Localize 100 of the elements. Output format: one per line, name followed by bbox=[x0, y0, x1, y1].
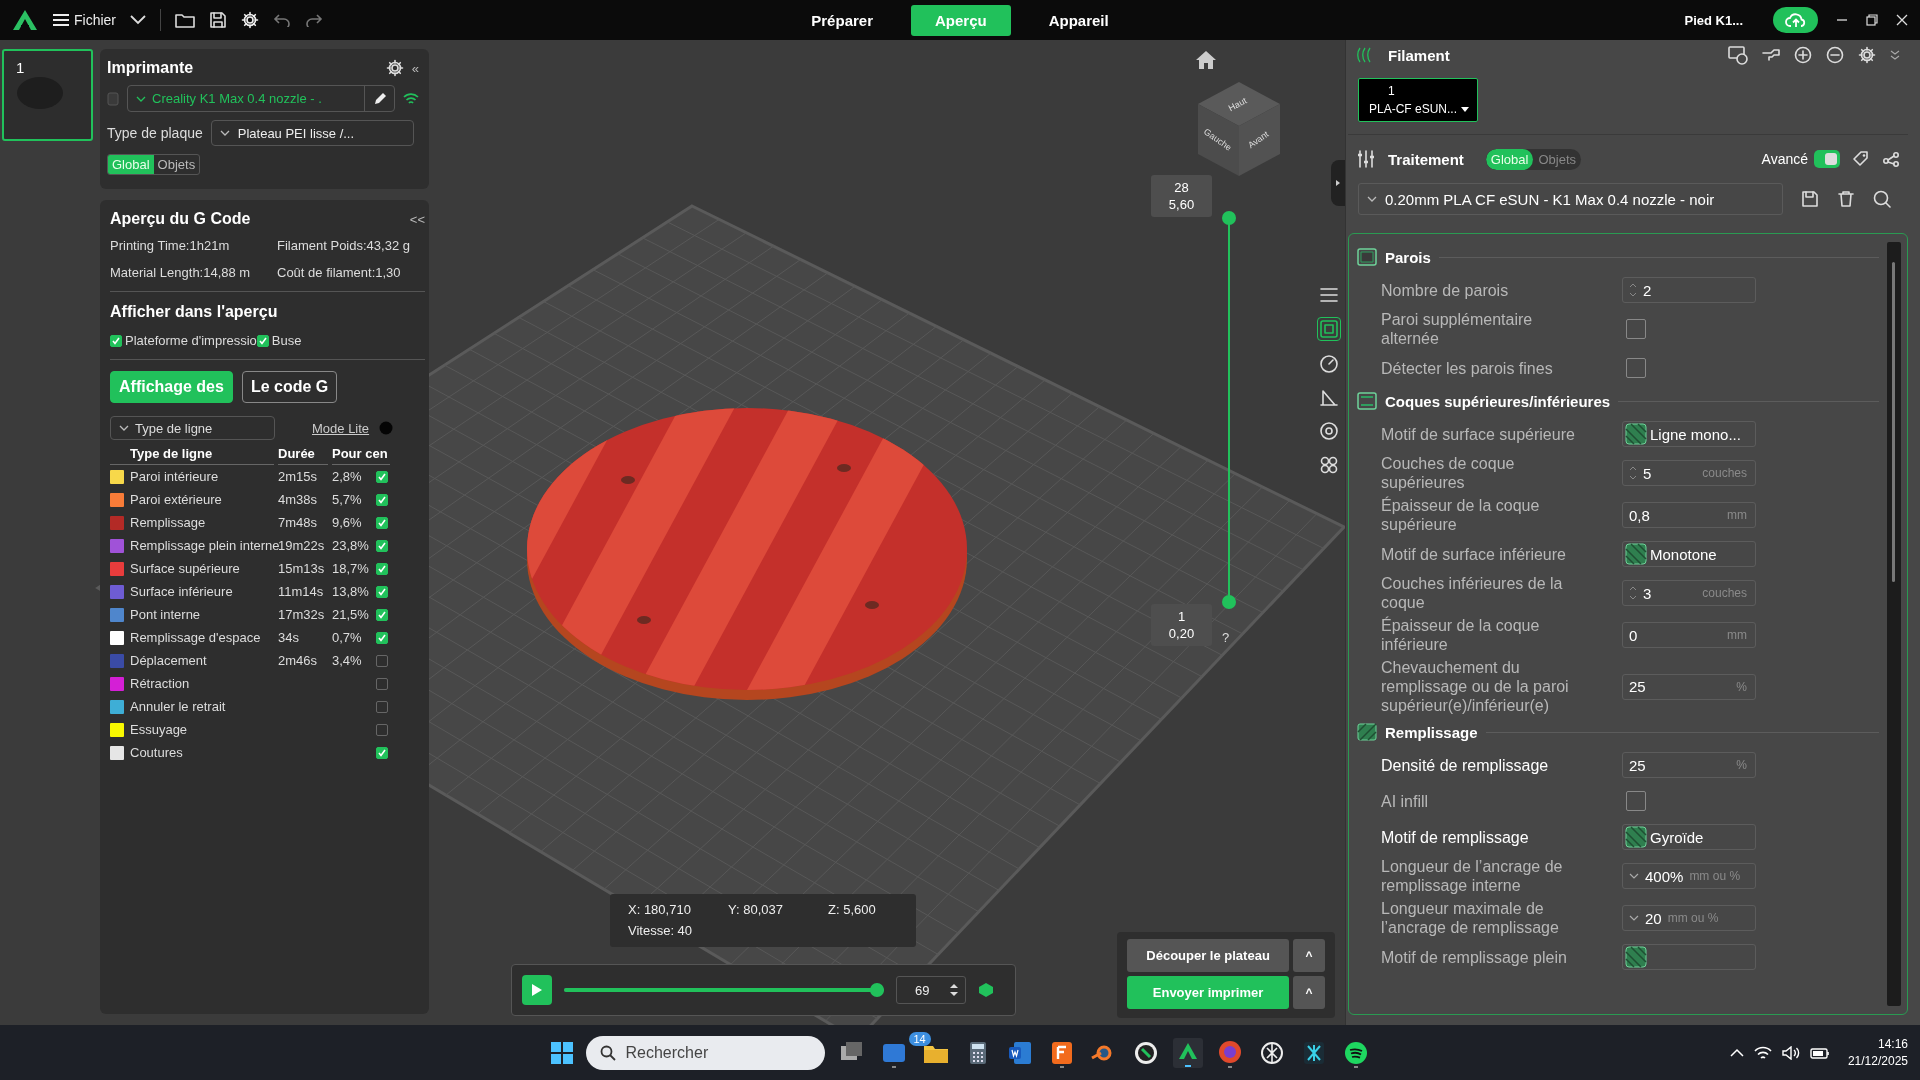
chevron-up-icon[interactable] bbox=[1729, 1047, 1744, 1058]
checkbox[interactable] bbox=[376, 562, 388, 575]
plate-type-select[interactable]: Plateau PEI lisse /... bbox=[210, 120, 414, 146]
preset-select[interactable]: 0.20mm PLA CF eSUN - K1 Max 0.4 nozzle - noir bbox=[1358, 183, 1783, 215]
checkbox[interactable] bbox=[376, 631, 388, 644]
number-field[interactable]: 3 couches bbox=[1622, 580, 1756, 606]
cube-face-label[interactable]: Haut bbox=[1226, 95, 1249, 114]
scope-tab[interactable]: Objets bbox=[153, 155, 200, 174]
settings-icon[interactable] bbox=[241, 11, 259, 29]
checkbox[interactable] bbox=[376, 470, 388, 483]
setting-label: AI infill bbox=[1381, 791, 1430, 811]
gauge-icon[interactable] bbox=[1318, 352, 1340, 374]
layer-spinner[interactable]: 69 bbox=[896, 976, 966, 1004]
pattern-select[interactable]: Gyroïde bbox=[1622, 824, 1756, 850]
checkbox[interactable] bbox=[256, 334, 269, 347]
number-field[interactable]: 25 % bbox=[1622, 673, 1756, 700]
pattern-select[interactable] bbox=[1622, 944, 1756, 970]
checkbox[interactable] bbox=[376, 539, 388, 552]
settings-icon[interactable] bbox=[385, 59, 404, 77]
pattern-select[interactable]: Ligne mono... bbox=[1622, 421, 1756, 447]
faucet-icon[interactable] bbox=[1762, 47, 1780, 63]
checkbox[interactable] bbox=[376, 516, 388, 529]
combo-field[interactable]: 400% mm ou % bbox=[1622, 863, 1756, 889]
search-icon[interactable] bbox=[1873, 190, 1891, 208]
collapse-handle[interactable] bbox=[1331, 160, 1345, 206]
checkbox[interactable] bbox=[376, 585, 388, 598]
setting-label: Chevauchement du remplissage ou de la paroi supérieur(e)/inférieur(e) bbox=[1381, 658, 1570, 715]
combo-field[interactable]: 20 mm ou % bbox=[1622, 905, 1756, 931]
grid-icon[interactable] bbox=[1318, 454, 1340, 476]
line-type-select[interactable]: Type de ligne bbox=[110, 416, 275, 440]
close-icon[interactable] bbox=[1896, 14, 1908, 26]
progress-slider[interactable] bbox=[564, 983, 884, 997]
collapse-button[interactable]: << bbox=[409, 211, 425, 227]
save-icon[interactable] bbox=[209, 11, 227, 29]
checkbox[interactable] bbox=[110, 334, 122, 347]
clock-time[interactable]: 14:16 bbox=[1877, 1035, 1908, 1053]
setting-label: Motif de surface supérieure bbox=[1381, 424, 1576, 444]
checkbox[interactable] bbox=[376, 677, 388, 690]
clock-date[interactable]: 21/12/2025 bbox=[1847, 1052, 1908, 1070]
toggle-switch[interactable] bbox=[1814, 150, 1840, 168]
scrollbar[interactable] bbox=[1887, 242, 1901, 1006]
checkbox[interactable] bbox=[376, 493, 388, 506]
mode-link[interactable]: Mode Lite bbox=[312, 420, 370, 436]
help-button[interactable]: ? bbox=[1222, 630, 1230, 645]
slice-button[interactable]: Découper le plateau bbox=[1127, 939, 1290, 972]
number-field[interactable]: 5 couches bbox=[1622, 460, 1756, 486]
number-field[interactable]: 0 mm bbox=[1622, 622, 1756, 648]
battery-icon[interactable] bbox=[1809, 1045, 1830, 1060]
search-field[interactable]: Rechercher bbox=[585, 1035, 825, 1070]
square-frame-icon[interactable] bbox=[1318, 318, 1340, 340]
number-field[interactable]: 0,8 mm bbox=[1622, 502, 1756, 528]
nav-tab[interactable]: Appareil bbox=[1024, 4, 1133, 36]
share-icon[interactable] bbox=[1882, 150, 1900, 168]
tag-icon[interactable] bbox=[1852, 150, 1870, 168]
minus-circle-icon[interactable] bbox=[1826, 46, 1844, 64]
caret-button[interactable]: ^ bbox=[1293, 939, 1325, 972]
logo-app-icon[interactable] bbox=[1172, 1037, 1203, 1068]
restore-icon[interactable] bbox=[1866, 14, 1878, 26]
number-field[interactable]: 25 % bbox=[1622, 752, 1756, 778]
slider-handle[interactable] bbox=[1222, 211, 1236, 225]
checkbox[interactable] bbox=[376, 608, 388, 621]
wifi-icon[interactable] bbox=[1753, 1045, 1772, 1060]
checkbox[interactable] bbox=[1626, 791, 1646, 811]
slider-handle[interactable] bbox=[870, 983, 884, 997]
start-icon[interactable] bbox=[549, 1040, 574, 1065]
upload-button[interactable] bbox=[1773, 7, 1818, 33]
checkbox[interactable] bbox=[376, 654, 388, 667]
folder-icon[interactable] bbox=[175, 12, 195, 28]
chevron-down-icon bbox=[119, 425, 129, 431]
undo-icon[interactable] bbox=[273, 13, 291, 27]
view-tab[interactable]: Le code G bbox=[241, 371, 338, 403]
file-menu[interactable]: Fichier bbox=[52, 12, 116, 28]
filament-slot[interactable]: 1 PLA-CF eSUN... bbox=[1358, 78, 1478, 122]
settings-icon[interactable] bbox=[1858, 46, 1876, 64]
collapse-button[interactable]: « bbox=[411, 60, 419, 76]
line-type-name: Remplissage d'espace bbox=[130, 630, 261, 645]
plus-circle-icon[interactable] bbox=[1794, 46, 1812, 64]
volume-icon[interactable] bbox=[1781, 1045, 1800, 1060]
scope-tab[interactable]: Objets bbox=[1533, 148, 1581, 170]
spinner-icon bbox=[1629, 585, 1637, 601]
checkbox[interactable] bbox=[376, 723, 388, 736]
checkbox[interactable] bbox=[376, 746, 388, 759]
printer-name[interactable]: Pied K1... bbox=[1684, 12, 1743, 28]
plate-thumbnail[interactable]: 1 bbox=[2, 49, 93, 141]
checkbox[interactable] bbox=[1626, 319, 1646, 339]
caret-button[interactable]: ^ bbox=[1293, 976, 1325, 1009]
chevron-down-icon bbox=[1367, 196, 1377, 202]
trash-icon[interactable] bbox=[1837, 190, 1855, 208]
redo-icon[interactable] bbox=[305, 13, 323, 27]
save-icon[interactable] bbox=[1801, 190, 1819, 208]
printer-icon bbox=[107, 91, 119, 106]
play-button[interactable] bbox=[522, 975, 552, 1005]
checkbox[interactable] bbox=[1626, 358, 1646, 378]
checkbox[interactable] bbox=[376, 700, 388, 713]
layer-slider[interactable] bbox=[1222, 211, 1236, 609]
pattern-select[interactable]: Monotone bbox=[1622, 541, 1756, 567]
number-field[interactable]: 2 bbox=[1622, 277, 1756, 303]
home-icon[interactable] bbox=[1195, 50, 1217, 70]
nav-tab[interactable]: Préparer bbox=[787, 4, 897, 36]
target-icon[interactable] bbox=[1318, 420, 1340, 442]
